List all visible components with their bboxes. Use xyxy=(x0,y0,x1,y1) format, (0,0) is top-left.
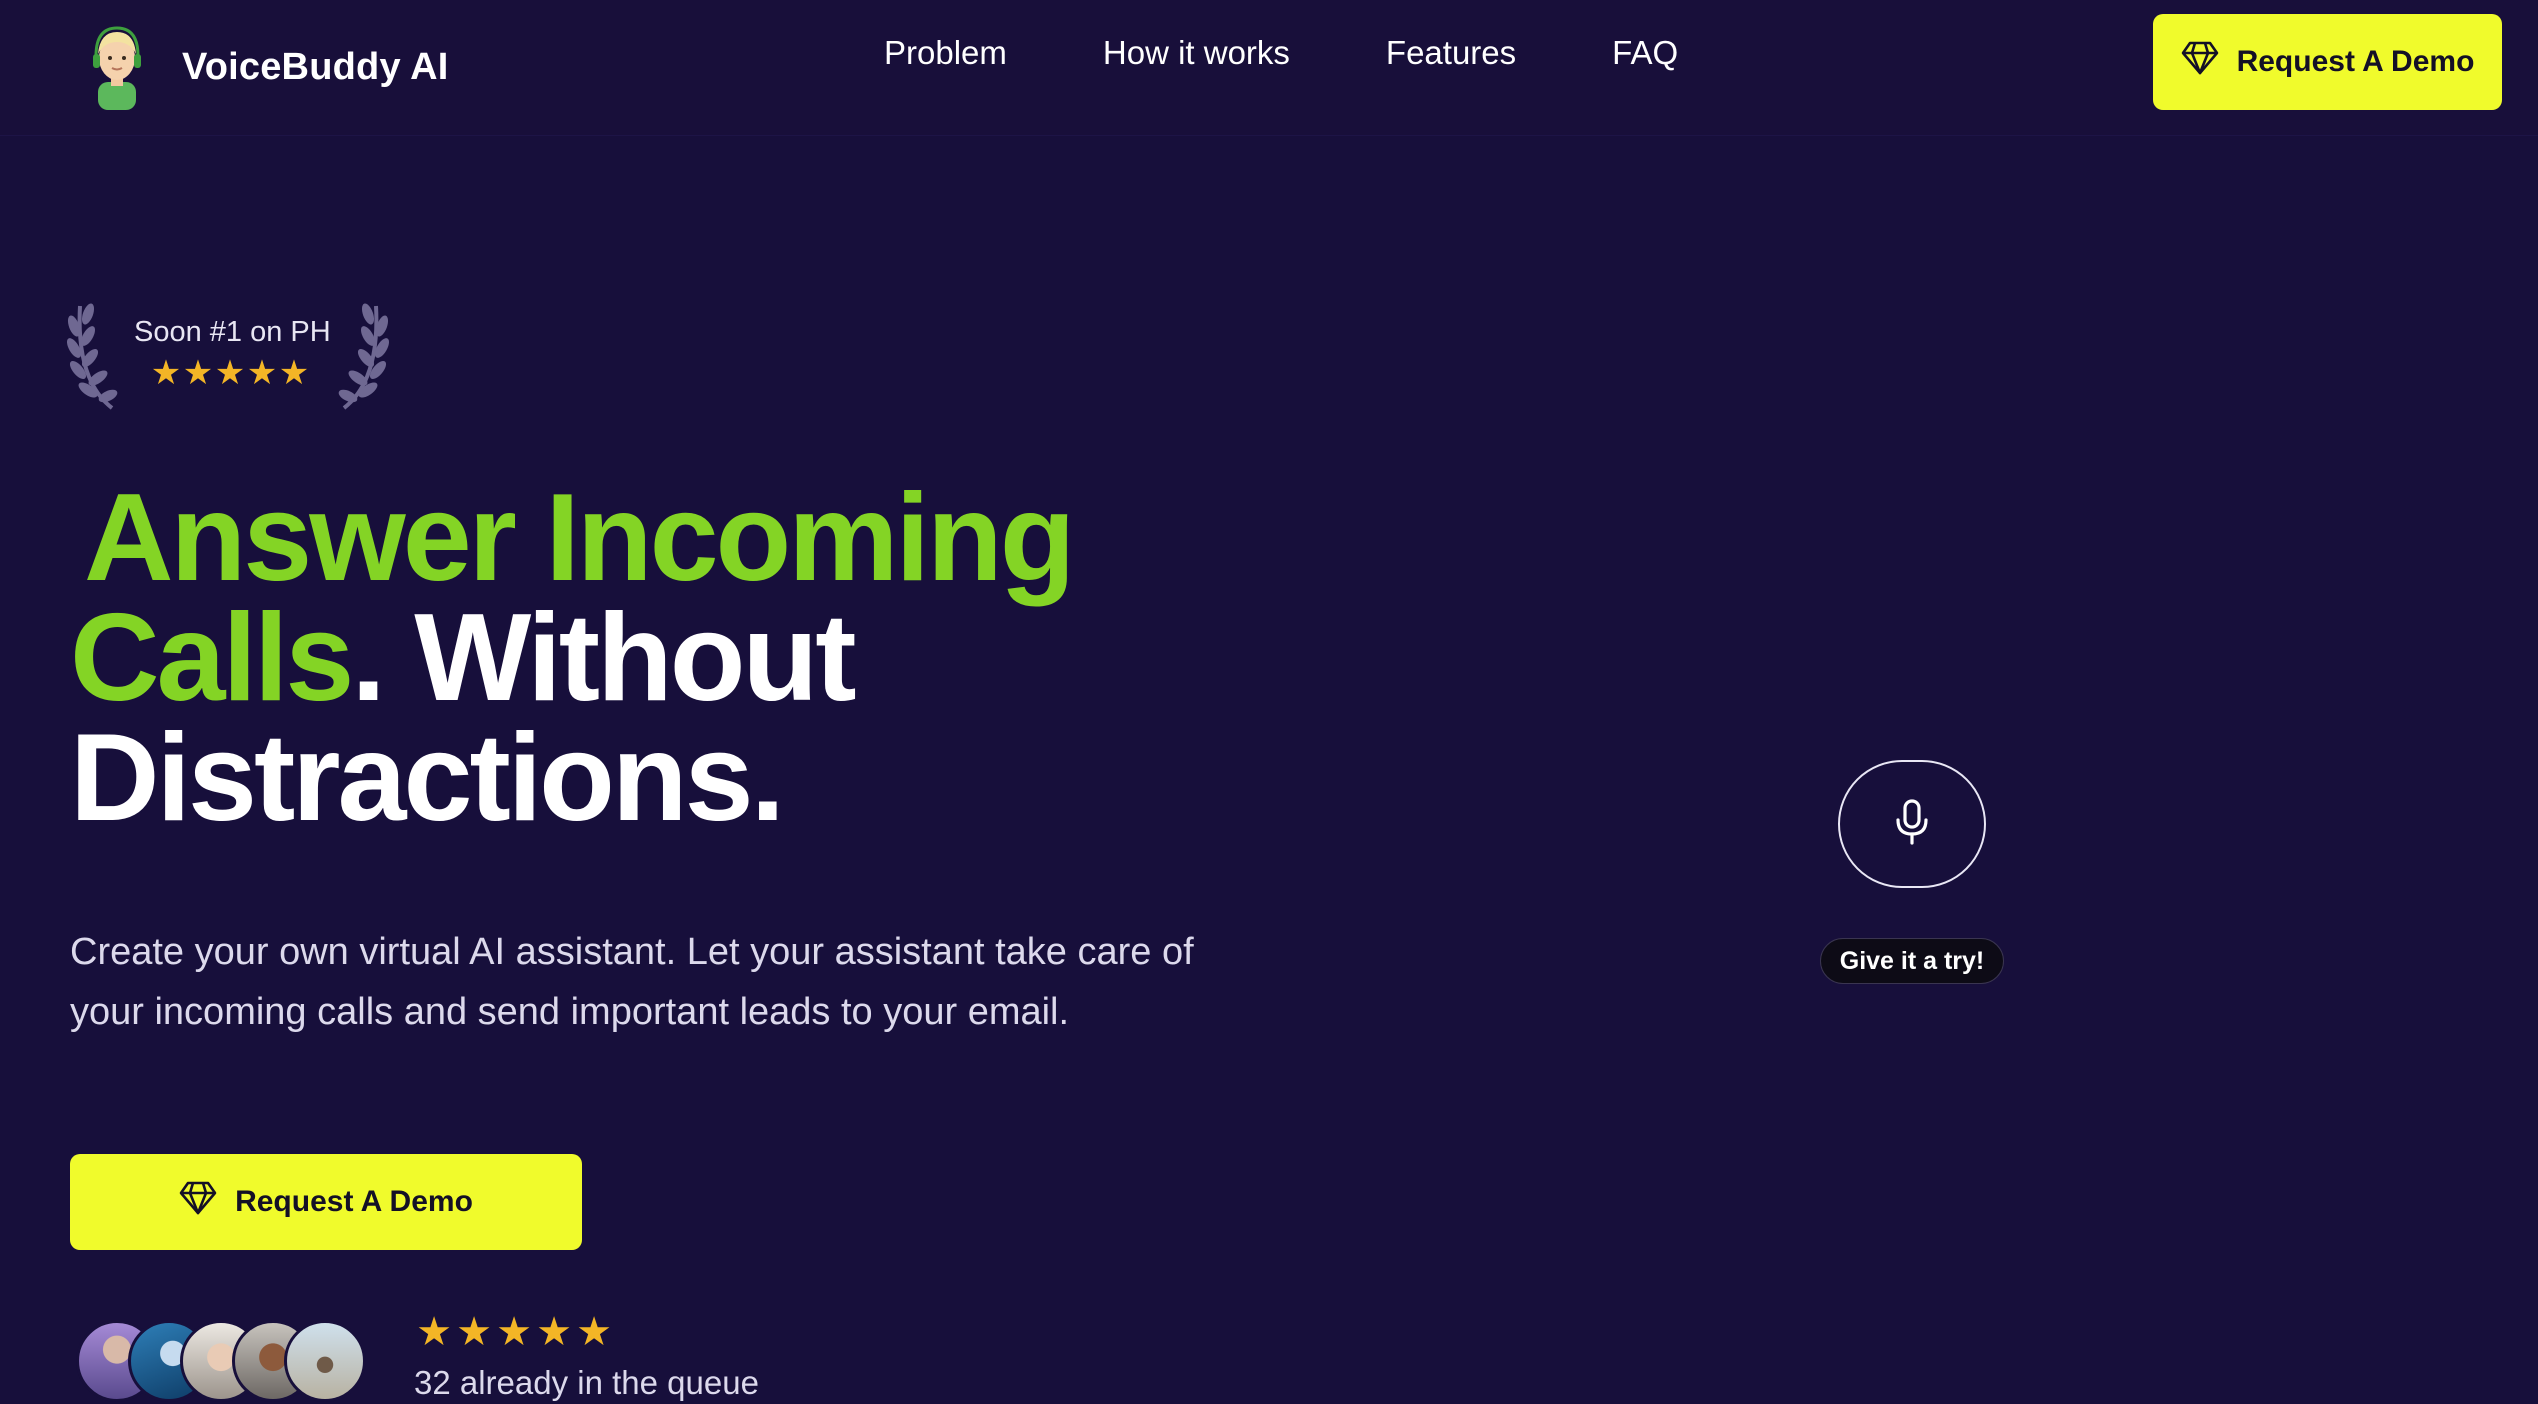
brand-name: VoiceBuddy AI xyxy=(182,45,449,88)
top-nav: VoiceBuddy AI Problem How it works Featu… xyxy=(0,0,2538,136)
badge-text: Soon #1 on PH xyxy=(134,316,331,348)
hero-headline: Answer Incoming Calls. Without Distracti… xyxy=(70,476,1270,840)
nav-links: Problem How it works Features FAQ xyxy=(884,34,1774,72)
queue-rating: ★ ★ ★ ★ ★ xyxy=(414,1312,614,1352)
request-demo-nav-button[interactable]: Request A Demo xyxy=(2153,14,2502,110)
nav-link-features[interactable]: Features xyxy=(1386,34,1516,72)
star-icon: ★ xyxy=(576,1310,612,1354)
user-avatars xyxy=(76,1320,396,1404)
queue-count-text: 32 already in the queue xyxy=(414,1364,759,1401)
star-icon: ★ xyxy=(278,354,310,392)
hero-subtext: Create your own virtual AI assistant. Le… xyxy=(70,931,1194,1033)
headline-green-1: Answer Incoming xyxy=(84,469,1075,607)
request-demo-nav-label: Request A Demo xyxy=(2236,45,2475,78)
laurel-left-icon xyxy=(67,303,118,410)
nav-link-faq[interactable]: FAQ xyxy=(1612,34,1678,72)
star-icon: ★ xyxy=(246,354,278,392)
microphone-icon xyxy=(1892,798,1932,851)
microphone-button[interactable] xyxy=(1838,760,1986,888)
headline-white-2: Distractions. xyxy=(70,709,785,847)
nav-link-how-it-works[interactable]: How it works xyxy=(1103,34,1290,72)
star-icon: ★ xyxy=(182,354,214,392)
star-icon: ★ xyxy=(536,1310,572,1354)
star-icon: ★ xyxy=(214,354,246,392)
diamond-icon xyxy=(2181,41,2237,83)
diamond-icon xyxy=(179,1181,235,1223)
person-with-headset-icon xyxy=(84,24,150,110)
nav-link-problem[interactable]: Problem xyxy=(884,34,1007,72)
request-demo-hero-button[interactable]: Request A Demo xyxy=(70,1154,582,1250)
star-icon: ★ xyxy=(456,1310,492,1354)
laurel-right-icon xyxy=(338,303,389,410)
give-it-a-try-label: Give it a try! xyxy=(1820,938,2004,984)
headline-white-1: . Without xyxy=(351,589,856,727)
badge-rating: ★ ★ ★ ★ ★ xyxy=(150,356,310,390)
star-icon: ★ xyxy=(496,1310,532,1354)
star-icon: ★ xyxy=(416,1310,452,1354)
avatar xyxy=(284,1320,366,1402)
product-hunt-badge: Soon #1 on PH ★ ★ ★ ★ ★ xyxy=(66,296,396,414)
star-icon: ★ xyxy=(150,354,182,392)
request-demo-hero-label: Request A Demo xyxy=(235,1185,473,1218)
brand[interactable]: VoiceBuddy AI xyxy=(84,22,449,112)
headline-green-2: Calls xyxy=(70,589,354,727)
